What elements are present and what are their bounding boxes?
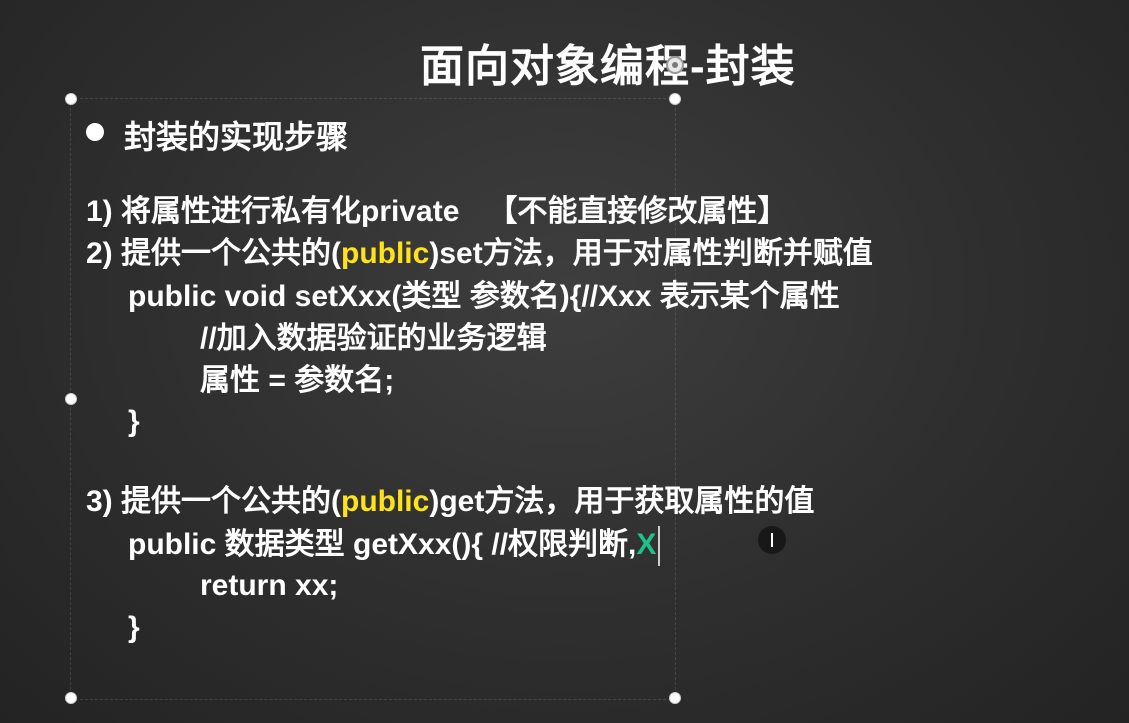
step3-public-keyword: public [341,485,430,518]
step2-public-keyword: public [341,237,430,270]
step3-code-line-2[interactable]: return xx; [200,568,338,604]
ibeam-cursor-icon [758,526,786,554]
step3-code-text: public 数据类型 getXxx(){ //权限判断, [128,527,637,561]
bullet-dot-icon [86,123,104,141]
step1-text: 1) 将属性进行私有化private [86,195,460,228]
step2-suffix: )set方法，用于对属性判断并赋值 [429,237,873,270]
step3-code-line-1[interactable]: public 数据类型 getXxx(){ //权限判断,X [128,526,661,566]
step1-note: 【不能直接修改属性】 [487,195,788,228]
step2-prefix: 2) 提供一个公共的( [86,237,341,270]
step3-line[interactable]: 3) 提供一个公共的(public)get方法，用于获取属性的值 [86,484,814,520]
step3-prefix: 3) 提供一个公共的( [86,485,341,518]
resize-handle-top-left[interactable] [65,93,77,105]
typed-character: X [636,527,657,561]
step3-code-line-3[interactable]: } [128,610,140,646]
slide-title[interactable]: 面向对象编程-封装 [420,30,796,94]
step2-code-line-4[interactable]: } [128,404,140,440]
resize-handle-middle-left[interactable] [65,393,77,405]
step2-code-line-1[interactable]: public void setXxx(类型 参数名){//Xxx 表示某个属性 [128,279,840,315]
step2-code-line-2[interactable]: //加入数据验证的业务逻辑 [200,321,547,357]
resize-handle-bottom-center[interactable] [669,692,681,704]
text-box-selection-frame[interactable] [70,98,676,700]
text-caret [658,526,661,566]
step1-line[interactable]: 1) 将属性进行私有化private 【不能直接修改属性】 [86,194,787,230]
resize-handle-bottom-left[interactable] [65,692,77,704]
step3-suffix: )get方法，用于获取属性的值 [429,485,815,518]
step2-code-line-3[interactable]: 属性 = 参数名; [200,363,394,399]
bullet-heading-text: 封装的实现步骤 [124,119,349,155]
presentation-slide: 面向对象编程-封装 封装的实现步骤 1) 将属性进行私有化private 【不能直… [0,0,1129,723]
step2-line[interactable]: 2) 提供一个公共的(public)set方法，用于对属性判断并赋值 [86,236,873,272]
bullet-heading[interactable]: 封装的实现步骤 [86,112,348,158]
move-cursor-icon [666,56,684,74]
resize-handle-top-center[interactable] [669,93,681,105]
